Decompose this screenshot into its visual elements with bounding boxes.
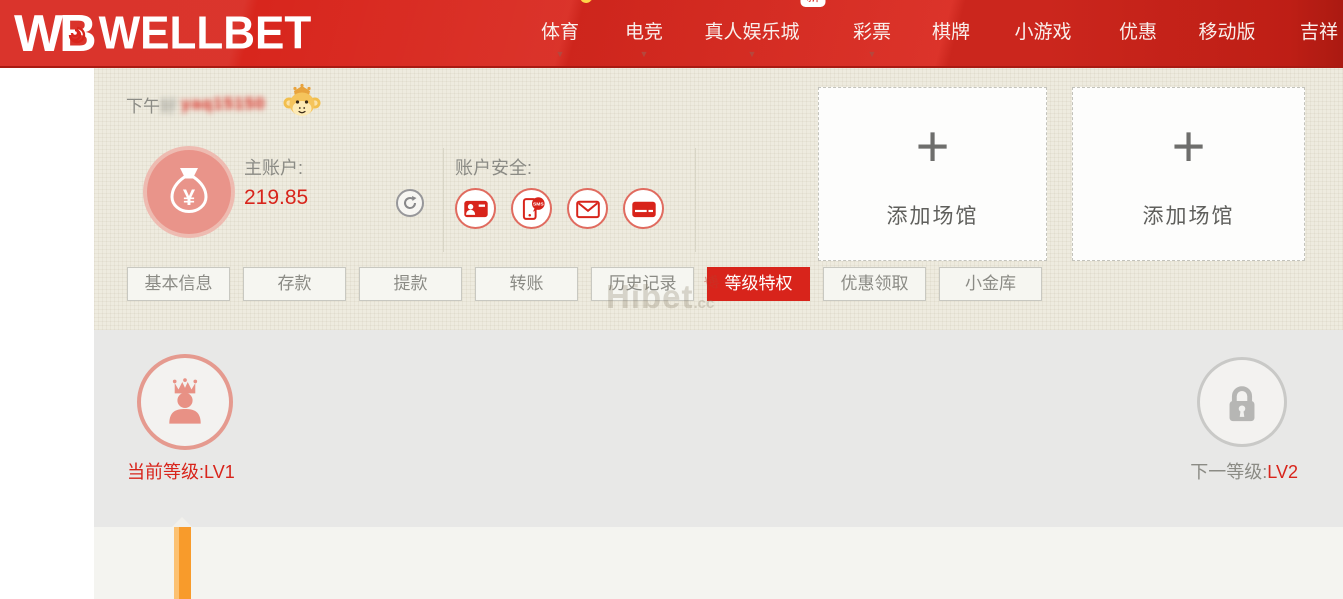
refresh-balance-button[interactable]	[396, 189, 424, 217]
next-level-badge	[1197, 357, 1287, 447]
current-level-label: 当前等级:	[127, 462, 204, 482]
nav-item-esports[interactable]: 电竞 ▼	[625, 0, 663, 68]
nav-item-label: 体育	[541, 17, 579, 44]
divider	[443, 148, 444, 252]
next-level-label: 下一等级:	[1190, 462, 1267, 482]
tab-vault[interactable]: 小金库	[939, 267, 1042, 301]
add-venue-card[interactable]: + 添加场馆	[1072, 87, 1305, 261]
chevron-down-icon: ▼	[868, 50, 877, 59]
chevron-down-icon: ▼	[748, 50, 757, 59]
tab-deposit[interactable]: 存款	[243, 267, 346, 301]
nav-item-label: 电竞	[625, 17, 663, 44]
crown-user-icon	[159, 376, 211, 428]
account-tabs: 基本信息 存款 提款 转账 历史记录 等级特权 优惠领取 小金库	[127, 267, 1042, 301]
wellbet-logo[interactable]: WB WELLBET	[14, 4, 311, 64]
current-level-badge	[137, 354, 233, 450]
sms-text: SMS	[532, 201, 543, 207]
top-navbar: WB WELLBET 体育 ▼ 电竞 ▼ 新 真人娱乐城 ▼ 彩票 ▼ 棋牌 小…	[0, 0, 1343, 68]
add-venue-card[interactable]: + 添加场馆	[818, 87, 1047, 261]
tab-promo-claim[interactable]: 优惠领取	[823, 267, 926, 301]
nav-item-label: 彩票	[853, 17, 891, 44]
level-panel: 当前等级:LV1 下一等级:LV2	[94, 330, 1343, 527]
monkey-avatar	[282, 82, 322, 122]
refresh-icon	[402, 195, 418, 211]
add-venue-label: 添加场馆	[887, 200, 979, 230]
greeting: 下午好 yaq15150	[126, 86, 322, 122]
tab-withdraw[interactable]: 提款	[359, 267, 462, 301]
mail-icon[interactable]	[567, 188, 608, 229]
logo-wordmark: WELLBET	[99, 11, 312, 57]
add-venue-label: 添加场馆	[1143, 200, 1235, 230]
divider	[695, 148, 696, 252]
nav-item-lottery[interactable]: 彩票 ▼	[853, 0, 891, 68]
plus-icon: +	[916, 118, 950, 176]
yuan-symbol: ¥	[183, 185, 196, 210]
account-balance: 219.85	[244, 186, 308, 210]
security-icon-row: SMS	[455, 188, 664, 229]
greeting-text: 下午	[126, 92, 160, 117]
next-level-text: 下一等级:LV2	[1190, 458, 1298, 484]
sms-phone-icon[interactable]: SMS	[511, 188, 552, 229]
new-badge: 新	[800, 0, 825, 7]
tab-history[interactable]: 历史记录	[591, 267, 694, 301]
current-level-text: 当前等级:LV1	[127, 458, 235, 484]
nav-item-jixiang[interactable]: 吉祥	[1300, 0, 1338, 68]
level-progress-panel	[94, 527, 1343, 599]
nav-item-label: 小游戏	[1014, 17, 1071, 44]
plus-icon: +	[1172, 118, 1206, 176]
bank-card-icon[interactable]	[623, 188, 664, 229]
nav-item-mini-games[interactable]: 小游戏	[1014, 0, 1071, 68]
chevron-down-icon: ▼	[556, 50, 565, 59]
current-level-value: LV1	[204, 462, 235, 482]
nav-item-sports[interactable]: 体育 ▼	[541, 0, 579, 68]
nav-item-live-casino[interactable]: 新 真人娱乐城 ▼	[704, 0, 799, 68]
id-card-icon[interactable]	[455, 188, 496, 229]
tab-transfer[interactable]: 转账	[475, 267, 578, 301]
account-panel: 下午好 yaq15150 ¥ 主账户: 219.85 账户安全:	[94, 68, 1343, 330]
flame-icon	[579, 0, 594, 4]
nav-item-label: 棋牌	[932, 17, 970, 44]
money-bag-icon: ¥	[143, 146, 235, 238]
chevron-down-icon: ▼	[640, 50, 649, 59]
nav-item-board-games[interactable]: 棋牌	[932, 0, 970, 68]
greeting-text-blurred: 好	[160, 92, 177, 117]
nav-item-label: 优惠	[1119, 17, 1157, 44]
nav-item-label: 移动版	[1198, 17, 1255, 44]
level-progress-bar	[174, 527, 191, 599]
main-account-label: 主账户:	[244, 154, 303, 180]
account-security-label: 账户安全:	[455, 154, 532, 180]
nav-item-mobile[interactable]: 移动版	[1198, 0, 1255, 68]
next-level-value: LV2	[1267, 462, 1298, 482]
lock-icon	[1219, 379, 1265, 425]
progress-pointer-icon	[172, 517, 192, 527]
nav-item-promotions[interactable]: 优惠	[1119, 0, 1157, 68]
logo-spiral-icon	[66, 24, 88, 46]
tab-level-privileges[interactable]: 等级特权	[707, 267, 810, 301]
nav-item-label: 吉祥	[1300, 17, 1338, 44]
username: yaq15150	[181, 94, 266, 114]
nav-item-label: 真人娱乐城	[704, 17, 799, 44]
tab-basic-info[interactable]: 基本信息	[127, 267, 230, 301]
